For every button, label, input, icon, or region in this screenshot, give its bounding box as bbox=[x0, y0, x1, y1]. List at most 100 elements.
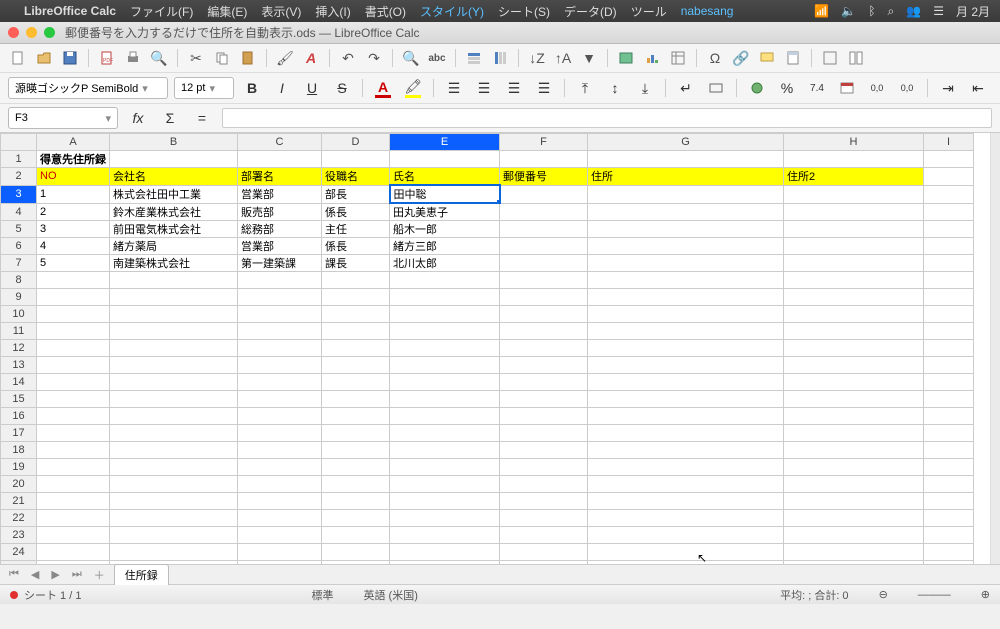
cell-C11[interactable] bbox=[238, 323, 322, 340]
cell-F6[interactable] bbox=[500, 238, 588, 255]
cell-I15[interactable] bbox=[924, 391, 974, 408]
format-paintbrush-icon[interactable]: 🖌 bbox=[275, 48, 295, 68]
cell-H13[interactable] bbox=[784, 357, 924, 374]
clock[interactable]: 月 2月 bbox=[956, 3, 990, 20]
cell-D14[interactable] bbox=[322, 374, 390, 391]
cell-D7[interactable]: 課長 bbox=[322, 255, 390, 272]
minimize-button[interactable] bbox=[26, 27, 37, 38]
cell-C20[interactable] bbox=[238, 476, 322, 493]
valign-top-button[interactable]: ⤒ bbox=[573, 77, 597, 99]
cell-A24[interactable] bbox=[37, 544, 110, 561]
cell-B18[interactable] bbox=[110, 442, 238, 459]
cell-A8[interactable] bbox=[37, 272, 110, 289]
close-button[interactable] bbox=[8, 27, 19, 38]
cell-B22[interactable] bbox=[110, 510, 238, 527]
cell-I5[interactable] bbox=[924, 221, 974, 238]
font-color-button[interactable]: A bbox=[371, 77, 395, 99]
cell-G16[interactable] bbox=[588, 408, 784, 425]
cell-F21[interactable] bbox=[500, 493, 588, 510]
currency-button[interactable] bbox=[745, 77, 769, 99]
cell-F20[interactable] bbox=[500, 476, 588, 493]
col-header-H[interactable]: H bbox=[784, 134, 924, 151]
spellcheck-icon[interactable]: abc bbox=[427, 48, 447, 68]
cell-A21[interactable] bbox=[37, 493, 110, 510]
row-header-5[interactable]: 5 bbox=[1, 221, 37, 238]
new-icon[interactable] bbox=[8, 48, 28, 68]
menu-sheet[interactable]: シート(S) bbox=[498, 3, 550, 20]
cell-A18[interactable] bbox=[37, 442, 110, 459]
cell-G6[interactable] bbox=[588, 238, 784, 255]
strikethrough-button[interactable]: S bbox=[330, 77, 354, 99]
cell-F25[interactable] bbox=[500, 561, 588, 565]
cell-C5[interactable]: 総務部 bbox=[238, 221, 322, 238]
cell-I16[interactable] bbox=[924, 408, 974, 425]
cell-G18[interactable] bbox=[588, 442, 784, 459]
cell-F15[interactable] bbox=[500, 391, 588, 408]
cell-H25[interactable] bbox=[784, 561, 924, 565]
cell-E12[interactable] bbox=[390, 340, 500, 357]
cell-B20[interactable] bbox=[110, 476, 238, 493]
cell-H6[interactable] bbox=[784, 238, 924, 255]
traffic-lights[interactable] bbox=[8, 27, 55, 38]
sum-icon[interactable]: Σ bbox=[158, 107, 182, 129]
cell-G3[interactable] bbox=[588, 185, 784, 203]
row-header-6[interactable]: 6 bbox=[1, 238, 37, 255]
cell-F23[interactable] bbox=[500, 527, 588, 544]
cell-E10[interactable] bbox=[390, 306, 500, 323]
row-header-9[interactable]: 9 bbox=[1, 289, 37, 306]
cell-H23[interactable] bbox=[784, 527, 924, 544]
cell-A12[interactable] bbox=[37, 340, 110, 357]
cell-E9[interactable] bbox=[390, 289, 500, 306]
cell-I9[interactable] bbox=[924, 289, 974, 306]
cell-H2[interactable]: 住所2 bbox=[784, 168, 924, 186]
row-header-25[interactable]: 25 bbox=[1, 561, 37, 565]
cell-A6[interactable]: 4 bbox=[37, 238, 110, 255]
cell-C14[interactable] bbox=[238, 374, 322, 391]
cell-C25[interactable] bbox=[238, 561, 322, 565]
menu-user[interactable]: nabesang bbox=[681, 4, 734, 18]
cell-C13[interactable] bbox=[238, 357, 322, 374]
cell-H11[interactable] bbox=[784, 323, 924, 340]
cell-G23[interactable] bbox=[588, 527, 784, 544]
cell-E17[interactable] bbox=[390, 425, 500, 442]
cell-D2[interactable]: 役職名 bbox=[322, 168, 390, 186]
cell-E4[interactable]: 田丸美恵子 bbox=[390, 203, 500, 221]
align-justify-button[interactable]: ☰ bbox=[532, 77, 556, 99]
cell-B12[interactable] bbox=[110, 340, 238, 357]
cell-H19[interactable] bbox=[784, 459, 924, 476]
cell-E16[interactable] bbox=[390, 408, 500, 425]
cell-G11[interactable] bbox=[588, 323, 784, 340]
cell-D18[interactable] bbox=[322, 442, 390, 459]
cell-I3[interactable] bbox=[924, 185, 974, 203]
row-header-16[interactable]: 16 bbox=[1, 408, 37, 425]
cell-B5[interactable]: 前田電気株式会社 bbox=[110, 221, 238, 238]
cell-A10[interactable] bbox=[37, 306, 110, 323]
image-icon[interactable] bbox=[616, 48, 636, 68]
cell-C24[interactable] bbox=[238, 544, 322, 561]
align-right-button[interactable]: ☰ bbox=[502, 77, 526, 99]
cell-E1[interactable] bbox=[390, 151, 500, 168]
cell-E24[interactable] bbox=[390, 544, 500, 561]
cell-I4[interactable] bbox=[924, 203, 974, 221]
cell-B16[interactable] bbox=[110, 408, 238, 425]
col-header-E[interactable]: E bbox=[390, 134, 500, 151]
valign-bottom-button[interactable]: ⤓ bbox=[633, 77, 657, 99]
cell-F7[interactable] bbox=[500, 255, 588, 272]
cell-C12[interactable] bbox=[238, 340, 322, 357]
cell-C9[interactable] bbox=[238, 289, 322, 306]
cell-H8[interactable] bbox=[784, 272, 924, 289]
cell-E11[interactable] bbox=[390, 323, 500, 340]
bluetooth-icon[interactable]: ᛒ bbox=[868, 4, 875, 18]
cell-A4[interactable]: 2 bbox=[37, 203, 110, 221]
redo-icon[interactable]: ↷ bbox=[364, 48, 384, 68]
cell-B10[interactable] bbox=[110, 306, 238, 323]
row-header-1[interactable]: 1 bbox=[1, 151, 37, 168]
zoom-slider[interactable]: ——— bbox=[918, 589, 951, 601]
cell-H9[interactable] bbox=[784, 289, 924, 306]
cell-G7[interactable] bbox=[588, 255, 784, 272]
print-preview-icon[interactable]: 🔍 bbox=[149, 48, 169, 68]
cut-icon[interactable]: ✂ bbox=[186, 48, 206, 68]
undo-icon[interactable]: ↶ bbox=[338, 48, 358, 68]
italic-button[interactable]: I bbox=[270, 77, 294, 99]
sidebar-strip[interactable] bbox=[990, 133, 1000, 564]
